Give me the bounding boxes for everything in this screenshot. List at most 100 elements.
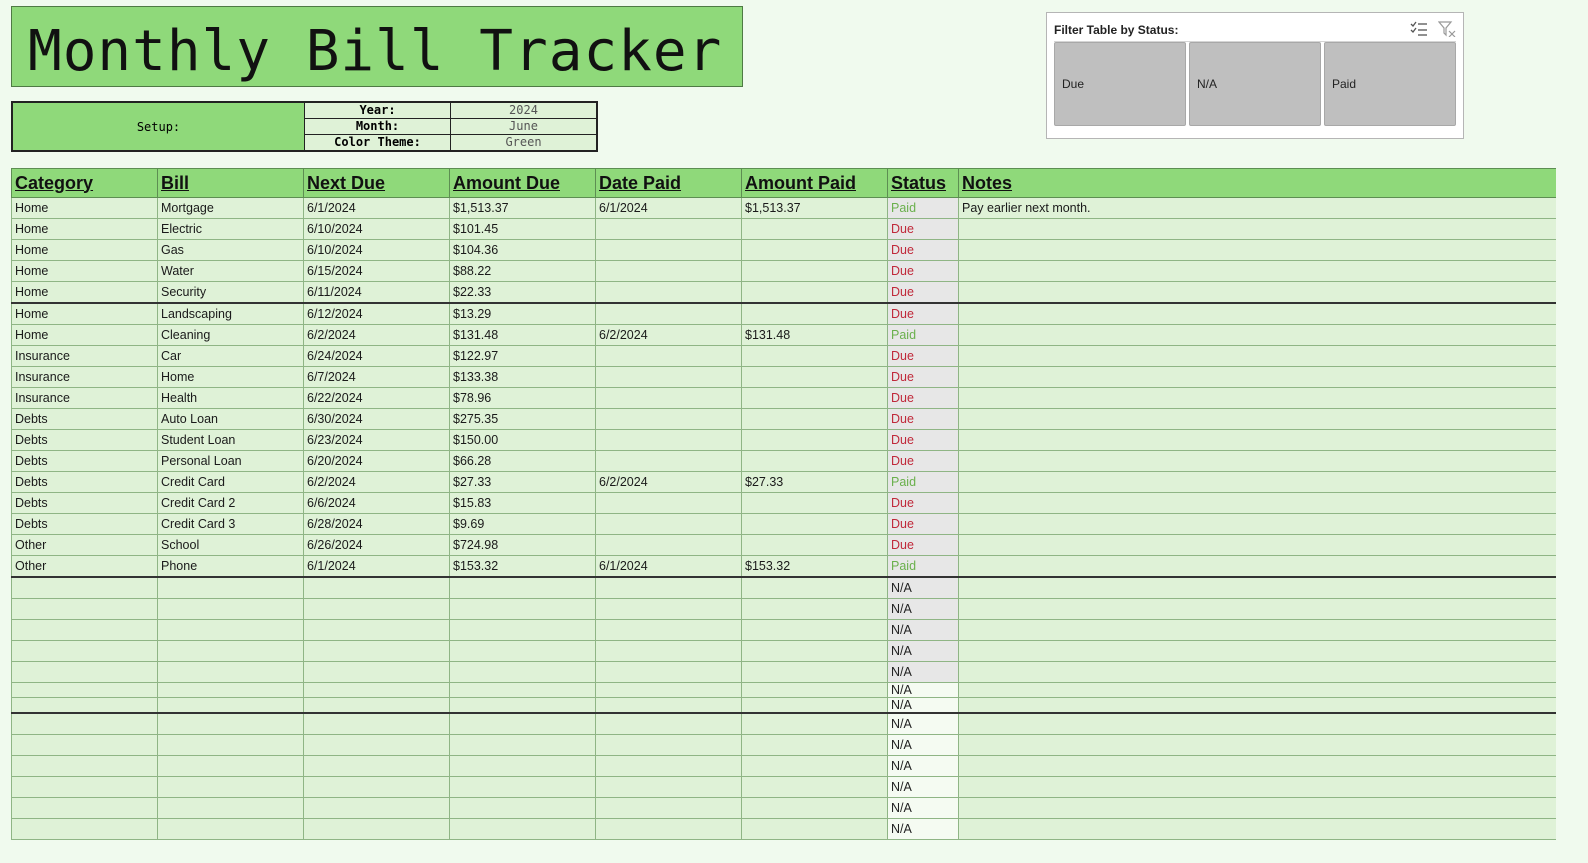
- cell-date-paid[interactable]: [595, 755, 742, 777]
- cell-next-due[interactable]: [303, 640, 450, 662]
- cell-amount-due[interactable]: $150.00: [449, 429, 596, 451]
- cell-next-due[interactable]: 6/22/2024: [303, 387, 450, 409]
- cell-amount-paid[interactable]: [741, 712, 888, 735]
- cell-category[interactable]: [11, 598, 158, 620]
- cell-amount-paid[interactable]: [741, 345, 888, 367]
- cell-next-due[interactable]: 6/10/2024: [303, 218, 450, 240]
- cell-bill[interactable]: Gas: [157, 239, 304, 261]
- cell-amount-due[interactable]: [449, 712, 596, 735]
- cell-notes[interactable]: [958, 302, 1556, 325]
- cell-bill[interactable]: Phone: [157, 555, 304, 578]
- cell-amount-due[interactable]: [449, 619, 596, 641]
- cell-amount-paid[interactable]: [741, 218, 888, 240]
- cell-next-due[interactable]: [303, 598, 450, 620]
- cell-notes[interactable]: [958, 682, 1556, 698]
- cell-next-due[interactable]: 6/12/2024: [303, 302, 450, 325]
- cell-category[interactable]: Debts: [11, 408, 158, 430]
- cell-notes[interactable]: [958, 661, 1556, 683]
- cell-amount-paid[interactable]: [741, 640, 888, 662]
- cell-date-paid[interactable]: [595, 513, 742, 535]
- cell-next-due[interactable]: 6/24/2024: [303, 345, 450, 367]
- cell-amount-due[interactable]: $275.35: [449, 408, 596, 430]
- cell-notes[interactable]: [958, 640, 1556, 662]
- cell-bill[interactable]: [157, 797, 304, 819]
- cell-category[interactable]: Home: [11, 197, 158, 219]
- cell-next-due[interactable]: 6/10/2024: [303, 239, 450, 261]
- cell-notes[interactable]: [958, 471, 1556, 493]
- cell-amount-due[interactable]: [449, 797, 596, 819]
- cell-bill[interactable]: [157, 697, 304, 714]
- cell-bill[interactable]: Water: [157, 260, 304, 282]
- cell-category[interactable]: Home: [11, 302, 158, 325]
- cell-status[interactable]: Paid: [887, 471, 959, 493]
- column-header-category[interactable]: Category: [11, 168, 158, 198]
- cell-category[interactable]: Home: [11, 239, 158, 261]
- cell-status[interactable]: Due: [887, 513, 959, 535]
- cell-bill[interactable]: Electric: [157, 218, 304, 240]
- cell-status[interactable]: Paid: [887, 324, 959, 346]
- cell-category[interactable]: Home: [11, 218, 158, 240]
- cell-amount-paid[interactable]: $1,513.37: [741, 197, 888, 219]
- cell-bill[interactable]: [157, 598, 304, 620]
- cell-next-due[interactable]: 6/1/2024: [303, 197, 450, 219]
- cell-notes[interactable]: [958, 387, 1556, 409]
- cell-bill[interactable]: Credit Card: [157, 471, 304, 493]
- cell-date-paid[interactable]: [595, 260, 742, 282]
- cell-status[interactable]: Paid: [887, 197, 959, 219]
- cell-next-due[interactable]: 6/20/2024: [303, 450, 450, 472]
- cell-date-paid[interactable]: [595, 408, 742, 430]
- cell-amount-paid[interactable]: [741, 619, 888, 641]
- cell-status[interactable]: Due: [887, 387, 959, 409]
- cell-amount-paid[interactable]: [741, 682, 888, 698]
- cell-amount-paid[interactable]: [741, 576, 888, 599]
- cell-date-paid[interactable]: [595, 576, 742, 599]
- cell-amount-paid[interactable]: [741, 281, 888, 304]
- column-header-date-paid[interactable]: Date Paid: [595, 168, 742, 198]
- cell-category[interactable]: Debts: [11, 513, 158, 535]
- cell-bill[interactable]: Credit Card 2: [157, 492, 304, 514]
- cell-amount-due[interactable]: $66.28: [449, 450, 596, 472]
- slicer-option-due[interactable]: Due: [1054, 42, 1186, 126]
- cell-amount-due[interactable]: $27.33: [449, 471, 596, 493]
- cell-date-paid[interactable]: 6/1/2024: [595, 197, 742, 219]
- cell-status[interactable]: Due: [887, 281, 959, 304]
- cell-next-due[interactable]: 6/2/2024: [303, 471, 450, 493]
- cell-amount-paid[interactable]: [741, 534, 888, 556]
- cell-date-paid[interactable]: [595, 697, 742, 714]
- cell-status[interactable]: Due: [887, 345, 959, 367]
- cell-date-paid[interactable]: [595, 797, 742, 819]
- cell-date-paid[interactable]: [595, 345, 742, 367]
- cell-date-paid[interactable]: [595, 450, 742, 472]
- cell-next-due[interactable]: 6/26/2024: [303, 534, 450, 556]
- cell-amount-due[interactable]: $1,513.37: [449, 197, 596, 219]
- cell-bill[interactable]: [157, 734, 304, 756]
- cell-status[interactable]: Paid: [887, 555, 959, 578]
- cell-status[interactable]: Due: [887, 492, 959, 514]
- cell-next-due[interactable]: 6/11/2024: [303, 281, 450, 304]
- cell-date-paid[interactable]: [595, 682, 742, 698]
- cell-status[interactable]: N/A: [887, 682, 959, 698]
- cell-amount-due[interactable]: [449, 818, 596, 840]
- cell-status[interactable]: N/A: [887, 755, 959, 777]
- cell-status[interactable]: N/A: [887, 661, 959, 683]
- cell-amount-paid[interactable]: [741, 387, 888, 409]
- cell-bill[interactable]: [157, 576, 304, 599]
- cell-next-due[interactable]: 6/30/2024: [303, 408, 450, 430]
- cell-amount-paid[interactable]: [741, 429, 888, 451]
- cell-date-paid[interactable]: [595, 534, 742, 556]
- cell-next-due[interactable]: [303, 682, 450, 698]
- cell-amount-paid[interactable]: [741, 818, 888, 840]
- cell-bill[interactable]: [157, 755, 304, 777]
- column-header-status[interactable]: Status: [887, 168, 959, 198]
- cell-date-paid[interactable]: [595, 218, 742, 240]
- cell-amount-due[interactable]: $9.69: [449, 513, 596, 535]
- cell-amount-paid[interactable]: $153.32: [741, 555, 888, 578]
- cell-amount-due[interactable]: $724.98: [449, 534, 596, 556]
- cell-notes[interactable]: [958, 260, 1556, 282]
- cell-amount-due[interactable]: [449, 598, 596, 620]
- cell-category[interactable]: Home: [11, 260, 158, 282]
- cell-bill[interactable]: Student Loan: [157, 429, 304, 451]
- cell-next-due[interactable]: [303, 619, 450, 641]
- cell-date-paid[interactable]: 6/2/2024: [595, 324, 742, 346]
- cell-notes[interactable]: [958, 797, 1556, 819]
